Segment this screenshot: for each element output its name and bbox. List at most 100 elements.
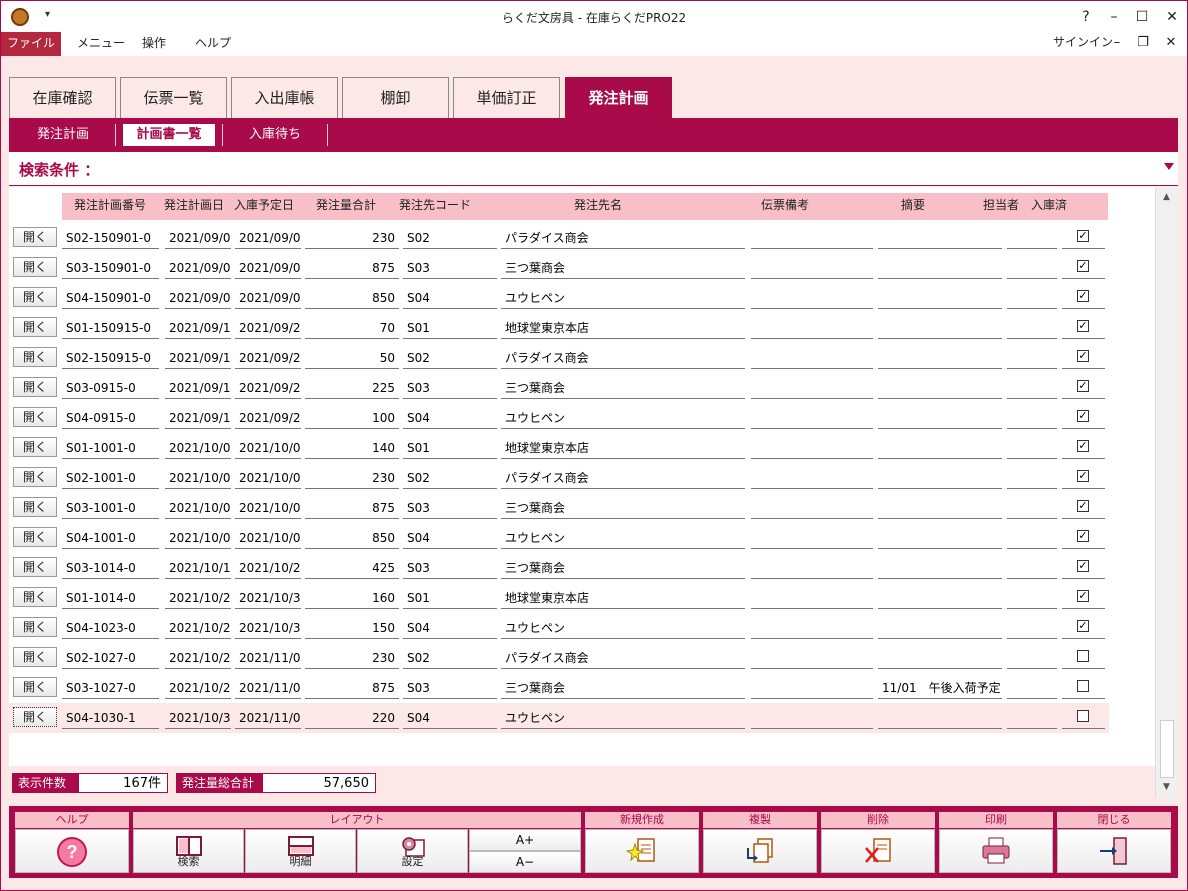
table-row[interactable]: 開くS02-150901-0 2021/09/012021/09/07230S02… <box>9 223 1109 253</box>
cell-due[interactable]: 2021/10/07 <box>235 497 301 519</box>
cell-note[interactable] <box>878 707 1002 729</box>
tab-in-out-book[interactable]: 入出庫帳 <box>231 77 338 118</box>
cell-staff[interactable] <box>1007 257 1057 279</box>
cell-code[interactable]: S04 <box>403 287 497 309</box>
cell-code[interactable]: S04 <box>403 707 497 729</box>
cell-no[interactable]: S03-150901-0 <box>62 257 159 279</box>
cell-staff[interactable] <box>1007 677 1057 699</box>
cell-note[interactable] <box>878 647 1002 669</box>
subtab-awaiting-receipt[interactable]: 入庫待ち <box>235 124 315 146</box>
cell-code[interactable]: S04 <box>403 617 497 639</box>
tab-inventory[interactable]: 棚卸 <box>342 77 449 118</box>
cell-memo[interactable] <box>751 527 873 549</box>
close-button[interactable] <box>1057 829 1171 873</box>
cell-qty[interactable]: 50 <box>305 347 399 369</box>
cell-plan[interactable]: 2021/10/14 <box>165 557 231 579</box>
menu-menu[interactable]: メニュー <box>77 32 125 56</box>
cell-qty[interactable]: 230 <box>305 647 399 669</box>
open-button[interactable]: 開く <box>13 647 57 667</box>
cell-qty[interactable]: 220 <box>305 707 399 729</box>
cell-memo[interactable] <box>751 497 873 519</box>
cell-qty[interactable]: 70 <box>305 317 399 339</box>
cell-memo[interactable] <box>751 647 873 669</box>
cell-qty[interactable]: 160 <box>305 587 399 609</box>
cell-note[interactable] <box>878 617 1002 639</box>
cell-code[interactable]: S03 <box>403 257 497 279</box>
open-button[interactable]: 開く <box>13 377 57 397</box>
chevron-down-icon[interactable] <box>1164 163 1174 170</box>
cell-name[interactable]: 地球堂東京本店 <box>501 317 745 339</box>
open-button[interactable]: 開く <box>13 557 57 577</box>
table-row[interactable]: 開くS01-1001-0 2021/10/012021/10/07140S01地球… <box>9 433 1109 463</box>
cell-note[interactable] <box>878 467 1002 489</box>
font-decrease-button[interactable]: A− <box>469 851 581 873</box>
cell-plan[interactable]: 2021/10/30 <box>165 707 231 729</box>
table-row[interactable]: 開くS04-1030-1 2021/10/302021/11/07220S04ユウ… <box>9 703 1109 733</box>
table-row[interactable]: 開くS04-150901-0 2021/09/012021/09/07850S04… <box>9 283 1109 313</box>
open-button[interactable]: 開く <box>13 677 57 697</box>
cell-no[interactable]: S03-1014-0 <box>62 557 159 579</box>
cell-name[interactable]: 三つ葉商会 <box>501 497 745 519</box>
received-checkbox[interactable]: ✓ <box>1077 440 1089 452</box>
cell-code[interactable]: S02 <box>403 647 497 669</box>
cell-code[interactable]: S02 <box>403 227 497 249</box>
cell-memo[interactable] <box>751 437 873 459</box>
layout-settings-button[interactable]: 設定 <box>357 829 468 873</box>
cell-staff[interactable] <box>1007 527 1057 549</box>
cell-due[interactable]: 2021/09/22 <box>235 407 301 429</box>
cell-name[interactable]: 三つ葉商会 <box>501 257 745 279</box>
cell-memo[interactable] <box>751 257 873 279</box>
cell-due[interactable]: 2021/09/22 <box>235 317 301 339</box>
signin-link[interactable]: サインイン <box>1053 32 1113 52</box>
cell-note[interactable] <box>878 227 1002 249</box>
cell-staff[interactable] <box>1007 437 1057 459</box>
menu-operation[interactable]: 操作 <box>142 32 166 56</box>
table-row[interactable]: 開くS03-1027-0 2021/10/272021/11/01875S03三つ… <box>9 673 1109 703</box>
open-button[interactable]: 開く <box>13 617 57 637</box>
received-checkbox[interactable] <box>1077 650 1089 662</box>
cell-note[interactable] <box>878 587 1002 609</box>
cell-due[interactable]: 2021/11/01 <box>235 677 301 699</box>
cell-name[interactable]: 地球堂東京本店 <box>501 437 745 459</box>
cell-plan[interactable]: 2021/10/27 <box>165 647 231 669</box>
copy-button[interactable] <box>703 829 817 873</box>
cell-due[interactable]: 2021/09/22 <box>235 377 301 399</box>
cell-note[interactable] <box>878 407 1002 429</box>
cell-qty[interactable]: 850 <box>305 287 399 309</box>
received-checkbox[interactable]: ✓ <box>1077 620 1089 632</box>
cell-qty[interactable]: 230 <box>305 467 399 489</box>
received-checkbox[interactable]: ✓ <box>1077 470 1089 482</box>
table-row[interactable]: 開くS04-1023-0 2021/10/232021/10/30150S04ユウ… <box>9 613 1109 643</box>
cell-note[interactable] <box>878 437 1002 459</box>
minimize-icon[interactable]: – <box>1099 5 1129 29</box>
menu-file[interactable]: ファイル <box>1 32 61 56</box>
cell-name[interactable]: ユウヒペン <box>501 287 745 309</box>
scroll-thumb[interactable] <box>1160 720 1174 778</box>
cell-name[interactable]: ユウヒペン <box>501 617 745 639</box>
cell-due[interactable]: 2021/10/07 <box>235 437 301 459</box>
cell-note[interactable] <box>878 347 1002 369</box>
received-checkbox[interactable]: ✓ <box>1077 590 1089 602</box>
cell-note[interactable] <box>878 317 1002 339</box>
cell-name[interactable]: パラダイス商会 <box>501 467 745 489</box>
subtab-order-plan[interactable]: 発注計画 <box>23 124 103 146</box>
cell-no[interactable]: S01-1001-0 <box>62 437 159 459</box>
cell-memo[interactable] <box>751 407 873 429</box>
received-checkbox[interactable]: ✓ <box>1077 560 1089 572</box>
cell-qty[interactable]: 230 <box>305 227 399 249</box>
tab-stock-check[interactable]: 在庫確認 <box>9 77 116 118</box>
cell-due[interactable]: 2021/10/30 <box>235 617 301 639</box>
cell-no[interactable]: S04-150901-0 <box>62 287 159 309</box>
cell-name[interactable]: パラダイス商会 <box>501 647 745 669</box>
scroll-up-icon[interactable]: ▲ <box>1158 189 1175 206</box>
vertical-scrollbar[interactable]: ▲ ▼ <box>1155 187 1178 798</box>
table-row[interactable]: 開くS04-1001-0 2021/10/012021/10/07850S04ユウ… <box>9 523 1109 553</box>
column-header[interactable]: 発注先コード <box>394 193 476 220</box>
cell-no[interactable]: S02-150901-0 <box>62 227 159 249</box>
cell-staff[interactable] <box>1007 617 1057 639</box>
table-row[interactable]: 開くS03-0915-0 2021/09/152021/09/22225S03三つ… <box>9 373 1109 403</box>
cell-note[interactable]: 11/01 午後入荷予定 <box>878 677 1002 699</box>
tab-price-fix[interactable]: 単価訂正 <box>453 77 560 118</box>
received-checkbox[interactable]: ✓ <box>1077 410 1089 422</box>
layout-detail-button[interactable]: 明細 <box>245 829 356 873</box>
